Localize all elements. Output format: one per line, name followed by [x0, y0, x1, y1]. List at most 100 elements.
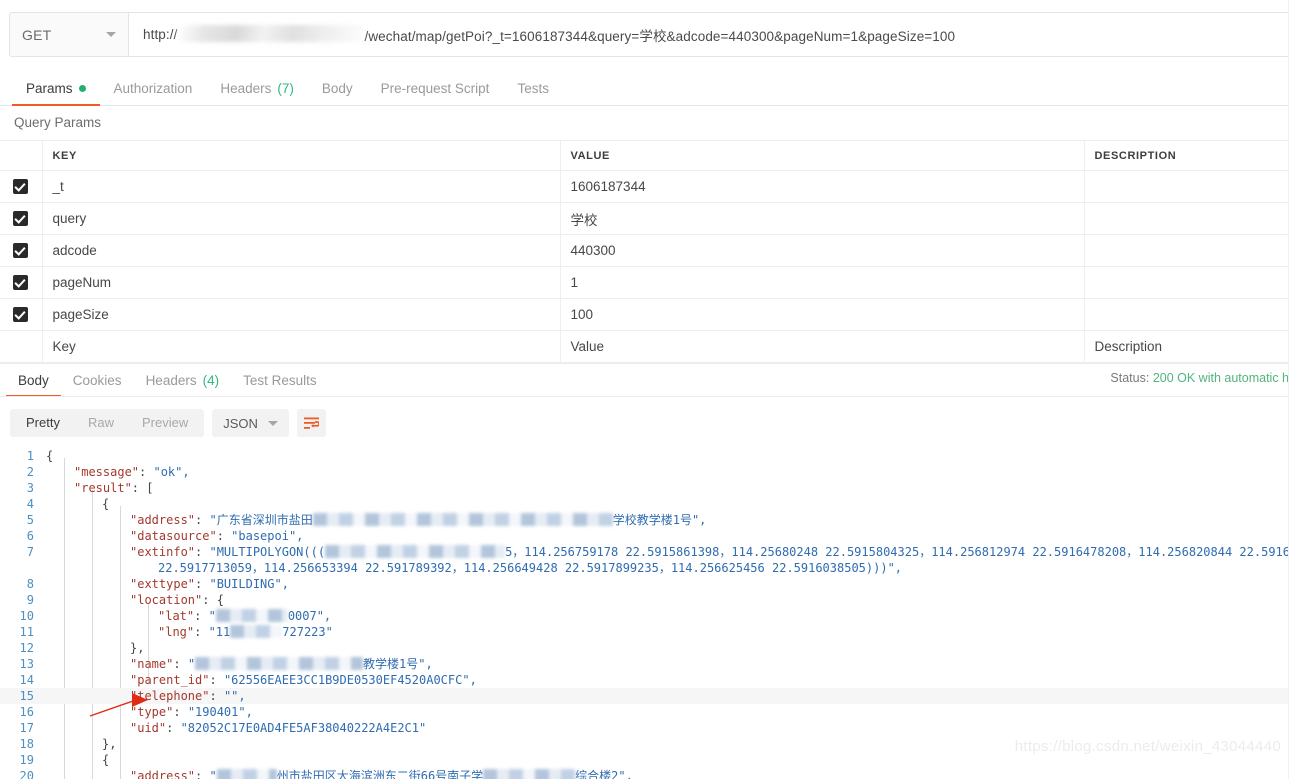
json-token-str: 综合楼2",: [575, 769, 633, 779]
json-token-punct: },: [102, 737, 117, 751]
tab-pre-request-script-label: Pre-request Script: [380, 81, 490, 96]
param-value[interactable]: 100: [560, 298, 1085, 331]
row-checkbox-cell[interactable]: [0, 266, 43, 299]
response-body-json-viewer[interactable]: 1{2 "message": "ok", 3 "result": [4{5 "addre…: [0, 448, 1289, 779]
json-line: 22.5917713059，114.256653394 22.591789392…: [0, 560, 1289, 576]
json-token-key: "message": [74, 465, 140, 479]
table-row: _t 1606187344: [0, 170, 1289, 203]
http-method-label: GET: [22, 26, 52, 43]
response-tab-test-results[interactable]: Test Results: [231, 373, 329, 396]
redacted-text-blur: [325, 545, 506, 558]
json-token-key: "result": [74, 481, 132, 495]
body-format-select[interactable]: JSON: [212, 409, 289, 437]
json-line-content: "uid": "82052C17E0AD4FE5AF38040222A4E2C1…: [46, 721, 426, 735]
chevron-down-icon: [106, 32, 116, 37]
json-line: 20 "address": " 州市盐田区大海滨洲东二街66号南子学 综合楼2",: [0, 768, 1289, 779]
request-url-input[interactable]: http:// /wechat/map/getPoi?_t=1606187344…: [129, 12, 1289, 57]
chevron-down-icon: [267, 420, 278, 426]
tab-authorization[interactable]: Authorization: [100, 81, 207, 105]
tab-tests[interactable]: Tests: [503, 81, 563, 105]
json-token-punct: :: [194, 609, 209, 623]
tab-body[interactable]: Body: [308, 81, 367, 105]
param-key[interactable]: query: [42, 202, 561, 235]
checkbox-checked-icon[interactable]: [13, 211, 29, 227]
response-tab-underline: [0, 396, 1289, 397]
param-value[interactable]: 学校: [560, 202, 1085, 235]
request-url-prefix: http://: [143, 27, 178, 42]
json-token-str: "MULTIPOLYGON(((: [209, 545, 326, 559]
response-tab-body[interactable]: Body: [6, 373, 61, 397]
param-key[interactable]: _t: [42, 170, 561, 203]
request-tab-bar: Params Authorization Headers (7) Body Pr…: [0, 72, 1289, 106]
param-description[interactable]: [1084, 202, 1289, 235]
json-line-number: 17: [19, 721, 34, 735]
param-key[interactable]: pageSize: [42, 298, 561, 331]
json-token-str: "62556EAEE3CC1B9DE0530EF4520A0CFC",: [223, 673, 477, 687]
param-value[interactable]: 1: [560, 266, 1085, 299]
json-line-content: 22.5917713059，114.256653394 22.591789392…: [46, 561, 902, 575]
json-line: 2 "message": "ok",: [0, 464, 1289, 480]
table-row: query 学校: [0, 202, 1289, 235]
json-token-str: "广东省深圳市盐田: [209, 513, 313, 527]
param-description[interactable]: [1084, 298, 1289, 331]
param-key[interactable]: adcode: [42, 234, 561, 267]
word-wrap-toggle[interactable]: [296, 409, 326, 437]
checkbox-checked-icon[interactable]: [13, 243, 29, 259]
json-line-content: "lat": " 0007",: [46, 609, 331, 623]
tab-headers[interactable]: Headers (7): [206, 81, 308, 105]
row-checkbox-cell[interactable]: [0, 170, 43, 203]
json-line: 13 "name": " 教学楼1号",: [0, 656, 1289, 672]
query-params-table: KEY VALUE DESCRIPTION _t 1606187344 quer…: [0, 140, 1289, 363]
param-key[interactable]: pageNum: [42, 266, 561, 299]
redacted-text-blur: [312, 513, 613, 526]
param-value[interactable]: 1606187344: [560, 170, 1085, 203]
json-token-key: "type": [130, 705, 174, 719]
row-checkbox-cell[interactable]: [0, 234, 43, 267]
json-line-number: 4: [26, 497, 34, 511]
row-checkbox-cell-empty: [0, 330, 43, 363]
json-token-str: ": [209, 769, 217, 779]
json-token-str: ": [187, 657, 196, 671]
response-tab-headers[interactable]: Headers (4): [134, 373, 232, 396]
json-line-number: 2: [26, 465, 34, 479]
checkbox-checked-icon[interactable]: [13, 179, 29, 195]
param-description[interactable]: [1084, 170, 1289, 203]
json-token-punct: :: [209, 673, 224, 687]
json-line: 9 "location": {: [0, 592, 1289, 608]
json-line-content: },: [46, 737, 116, 751]
tab-headers-count: (7): [277, 81, 294, 96]
json-line-number: 18: [19, 737, 34, 751]
response-tab-cookies[interactable]: Cookies: [61, 373, 134, 396]
checkbox-checked-icon[interactable]: [13, 307, 29, 323]
column-header-key: KEY: [42, 140, 561, 171]
response-tab-bar: Body Cookies Headers (4) Test Results: [0, 366, 1289, 397]
json-token-str: ": [208, 609, 216, 623]
new-param-key-input[interactable]: Key: [42, 330, 561, 363]
json-token-str: 学校教学楼1号",: [612, 513, 707, 527]
redacted-text-blur: [483, 769, 576, 779]
redacted-text-blur: [230, 625, 283, 638]
http-method-select[interactable]: GET: [9, 12, 129, 57]
json-token-key: "telephone": [130, 689, 210, 703]
body-view-pretty[interactable]: Pretty: [12, 409, 74, 437]
checkbox-checked-icon[interactable]: [13, 275, 29, 291]
param-description[interactable]: [1084, 266, 1289, 299]
row-checkbox-cell[interactable]: [0, 202, 43, 235]
json-line-content: "name": " 教学楼1号",: [46, 657, 433, 671]
tab-pre-request-script[interactable]: Pre-request Script: [367, 81, 504, 105]
body-view-preview[interactable]: Preview: [128, 409, 202, 437]
param-description[interactable]: [1084, 234, 1289, 267]
table-row: adcode 440300: [0, 234, 1289, 267]
body-view-raw[interactable]: Raw: [74, 409, 128, 437]
tab-body-label: Body: [321, 81, 353, 96]
new-param-description-input[interactable]: Description: [1084, 330, 1289, 363]
body-view-switcher: Pretty Raw Preview: [10, 409, 205, 437]
json-line-number: 5: [26, 513, 34, 527]
new-param-value-input[interactable]: Value: [560, 330, 1085, 363]
json-line-content: {: [46, 449, 53, 463]
param-value[interactable]: 440300: [560, 234, 1085, 267]
json-line: 15 "telephone": "",: [0, 688, 1289, 704]
json-line: 3 "result": [: [0, 480, 1289, 496]
row-checkbox-cell[interactable]: [0, 298, 43, 331]
tab-params[interactable]: Params: [12, 81, 100, 106]
